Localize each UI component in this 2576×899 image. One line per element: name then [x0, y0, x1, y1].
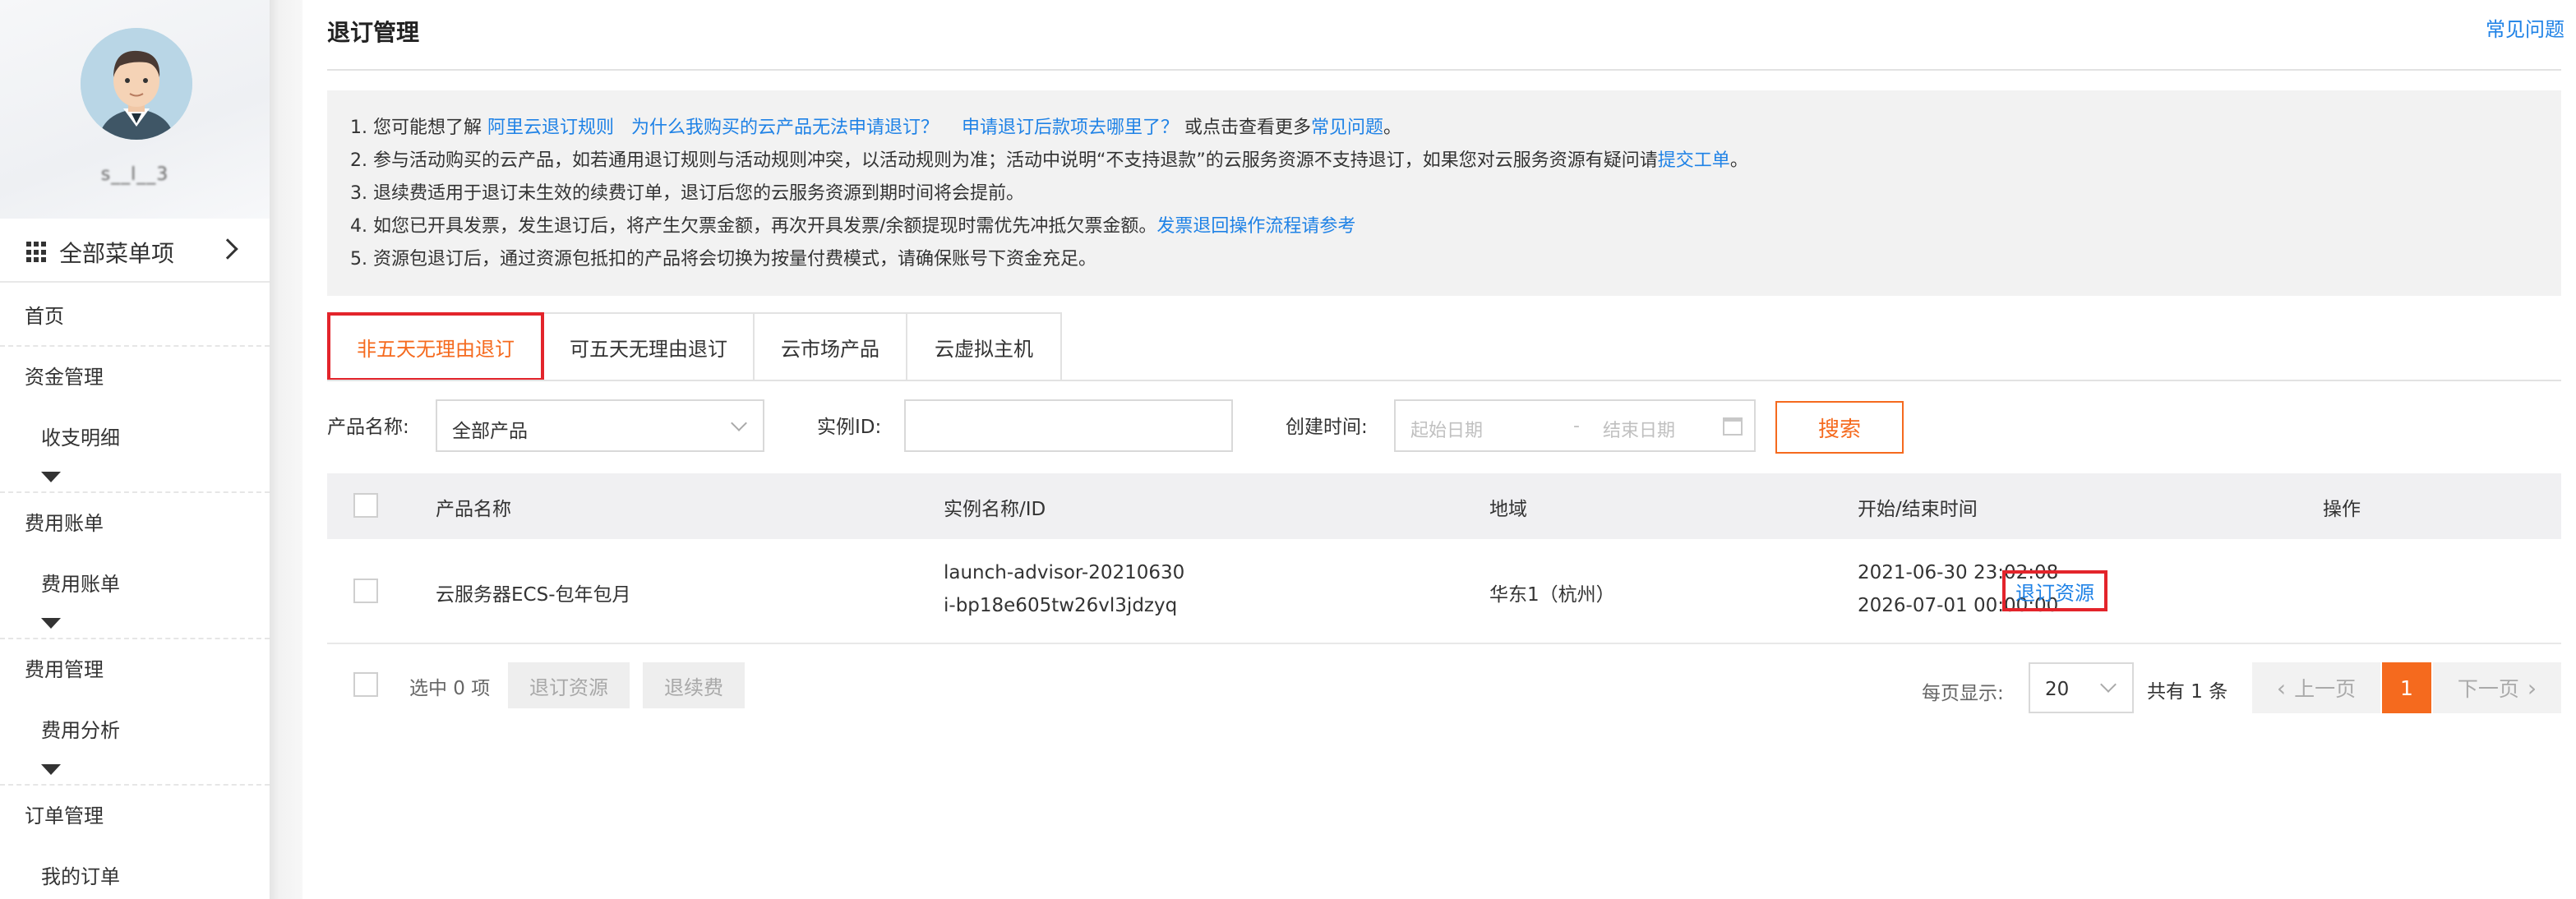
column-header-product: 产品名称 — [436, 499, 511, 520]
tab-virtual-host[interactable]: 云虚拟主机 — [907, 312, 1062, 381]
column-header-region: 地域 — [1489, 499, 1527, 520]
notice-panel: 1. 您可能想了解 阿里云退订规则 为什么我购买的云产品无法申请退订？ 申请退订… — [327, 90, 2561, 296]
table-header: 产品名称 实例名称/ID 地域 开始/结束时间 操作 — [327, 473, 2561, 539]
row-instance-id: i-bp18e605tw26vl3jdzyq — [944, 595, 1178, 616]
faq-link[interactable]: 常见问题 — [2486, 13, 2564, 42]
sidebar-shadow — [270, 0, 302, 899]
notice-line-2: 2. 参与活动购买的云产品，如若通用退订规则与活动规则冲突，以活动规则为准；活动… — [350, 145, 2538, 177]
divider — [327, 69, 2561, 71]
all-menu-button[interactable]: 全部菜单项 — [0, 224, 270, 283]
column-header-instance: 实例名称/ID — [944, 499, 1046, 520]
column-header-action: 操作 — [2323, 499, 2361, 520]
select-all-checkbox[interactable] — [353, 493, 378, 518]
main-content: 退订管理 常见问题 1. 您可能想了解 阿里云退订规则 为什么我购买的云产品无法… — [302, 0, 2576, 899]
bulk-unsubscribe-button[interactable]: 退订资源 — [508, 662, 630, 708]
sidebar-item-transactions[interactable]: 收支明细 — [0, 406, 270, 465]
next-page-label: 下一页 — [2457, 677, 2519, 701]
footer-select-all-checkbox[interactable] — [353, 672, 378, 697]
unsubscribe-rules-link[interactable]: 阿里云退订规则 — [487, 118, 614, 138]
instance-id-label: 实例ID: — [817, 417, 882, 438]
unsubscribe-resource-link[interactable]: 退订资源 — [2002, 570, 2107, 611]
tab-bar: 非五天无理由退订 可五天无理由退订 云市场产品 云虚拟主机 — [327, 312, 1062, 381]
notice-line-1: 1. 您可能想了解 阿里云退订规则 为什么我购买的云产品无法申请退订？ 申请退订… — [350, 112, 2538, 145]
chevron-right-icon — [217, 238, 238, 260]
calendar-icon[interactable] — [1723, 417, 1743, 436]
product-select[interactable]: 全部产品 — [436, 399, 764, 452]
per-page-label: 每页显示: — [1922, 683, 2004, 704]
row-checkbox[interactable] — [353, 579, 378, 603]
renewal-refund-button[interactable]: 退续费 — [643, 662, 745, 708]
date-separator: - — [1573, 416, 1580, 436]
sidebar-group-funds[interactable]: 资金管理 — [0, 345, 270, 404]
notice-text: 4. 如您已开具发票，发生退订后，将产生欠票金额，再次开具发票/余额提现时需优先… — [350, 216, 1157, 237]
sidebar-item-my-orders[interactable]: 我的订单 — [0, 845, 270, 899]
sidebar-group-orders[interactable]: 订单管理 — [0, 784, 270, 843]
notice-line-3: 3. 退续费适用于退订未生效的续费订单，退订后您的云服务资源到期时间将会提前。 — [350, 183, 1024, 204]
tab-marketplace[interactable]: 云市场产品 — [755, 312, 907, 381]
total-count: 共有 1 条 — [2147, 681, 2228, 703]
grid-icon — [26, 242, 48, 263]
all-menu-label: 全部菜单项 — [59, 240, 175, 267]
invoice-return-link[interactable]: 发票退回操作流程请参考 — [1156, 216, 1355, 237]
next-page-button[interactable]: 下一页 › — [2433, 662, 2561, 713]
prev-page-button[interactable]: ‹ 上一页 — [2252, 662, 2380, 713]
sidebar-group-bills[interactable]: 费用账单 — [0, 491, 270, 551]
page-title: 退订管理 — [327, 19, 420, 46]
search-button[interactable]: 搜索 — [1775, 401, 1904, 454]
caret-down-icon[interactable] — [41, 764, 61, 775]
row-instance-name: launch-advisor-20210630 — [944, 562, 1185, 583]
product-select-value: 全部产品 — [452, 421, 528, 442]
chevron-down-icon — [731, 415, 747, 431]
avatar[interactable] — [81, 28, 192, 140]
submit-ticket-link[interactable]: 提交工单 — [1658, 150, 1730, 171]
chevron-right-icon: › — [2527, 674, 2537, 702]
instance-id-input[interactable] — [904, 399, 1233, 452]
notice-text: 。 — [1729, 150, 1748, 171]
created-time-label: 创建时间: — [1286, 417, 1368, 438]
notice-line-5: 5. 资源包退订后，通过资源包抵扣的产品将会切换为按量付费模式，请确保账号下资金… — [350, 249, 1096, 270]
page-1-button[interactable]: 1 — [2382, 662, 2431, 713]
sidebar-item-cost-analysis[interactable]: 费用分析 — [0, 698, 270, 758]
row-region: 华东1（杭州） — [1489, 584, 1615, 606]
sidebar-group-cost[interactable]: 费用管理 — [0, 638, 270, 697]
page-size-value: 20 — [2045, 679, 2070, 700]
row-product: 云服务器ECS-包年包月 — [436, 584, 631, 606]
sidebar-item-home[interactable]: 首页 — [0, 284, 270, 343]
notice-text: 1. 您可能想了解 — [350, 118, 487, 138]
page-size-select[interactable]: 20 — [2029, 662, 2134, 713]
end-date-placeholder[interactable]: 结束日期 — [1603, 416, 1675, 442]
product-name-label: 产品名称: — [327, 417, 409, 438]
username: s__l__3 — [100, 164, 169, 185]
caret-down-icon[interactable] — [41, 472, 61, 482]
caret-down-icon[interactable] — [41, 618, 61, 629]
refund-destination-link[interactable]: 申请退订后款项去哪里了？ — [962, 118, 1179, 138]
notice-line-4: 4. 如您已开具发票，发生退订后，将产生欠票金额，再次开具发票/余额提现时需优先… — [350, 210, 2538, 243]
profile-panel: s__l__3 — [0, 0, 270, 219]
table-row: 云服务器ECS-包年包月 launch-advisor-20210630 i-b… — [327, 539, 2561, 644]
tab-five-day[interactable]: 可五天无理由退订 — [544, 312, 755, 381]
date-range-picker[interactable]: 起始日期 - 结束日期 — [1394, 399, 1756, 452]
why-cannot-unsubscribe-link[interactable]: 为什么我购买的云产品无法申请退订？ — [631, 118, 939, 138]
sidebar: s__l__3 全部菜单项 首页 资金管理 收支明细 费用账单 费用账单 费用管… — [0, 0, 270, 899]
more-faq-link[interactable]: 常见问题 — [1311, 118, 1383, 138]
chevron-down-icon — [2100, 676, 2117, 693]
notice-text: 。 — [1383, 118, 1402, 138]
notice-text: 或点击查看更多 — [1179, 118, 1311, 138]
notice-text: 2. 参与活动购买的云产品，如若通用退订规则与活动规则冲突，以活动规则为准；活动… — [350, 150, 1658, 171]
column-header-time: 开始/结束时间 — [1858, 499, 1978, 520]
selected-count: 选中 0 项 — [409, 678, 491, 699]
sidebar-item-bills[interactable]: 费用账单 — [0, 552, 270, 611]
start-date-placeholder[interactable]: 起始日期 — [1410, 416, 1483, 442]
tab-non-five-day[interactable]: 非五天无理由退订 — [327, 312, 544, 381]
prev-page-label: 上一页 — [2294, 677, 2357, 701]
divider — [327, 380, 2561, 381]
chevron-left-icon: ‹ — [2276, 674, 2287, 702]
